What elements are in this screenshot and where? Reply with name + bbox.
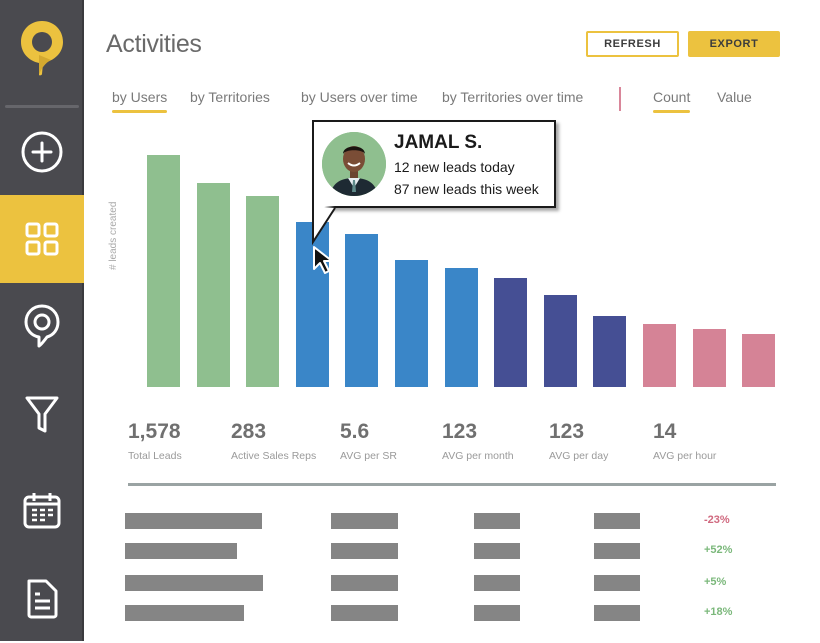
refresh-button[interactable]: REFRESH (586, 31, 679, 57)
cell-placeholder (331, 543, 398, 559)
delta-value: -23% (704, 514, 730, 526)
section-divider (128, 483, 776, 486)
user-tooltip: JAMAL S. 12 new leads today 87 new leads… (312, 120, 556, 208)
calendar-icon (22, 491, 62, 531)
cell-placeholder (474, 543, 520, 559)
bar-user-9[interactable] (544, 295, 577, 387)
cell-placeholder (125, 543, 237, 559)
bar-user-3[interactable] (246, 196, 279, 387)
user-avatar (322, 132, 386, 196)
stat-active-sales-reps: 283 Active Sales Reps (231, 420, 316, 462)
stat-value: 1,578 (128, 420, 182, 444)
tab-by-territories[interactable]: by Territories (190, 89, 270, 105)
table-row[interactable]: -23% (86, 513, 820, 529)
table-row[interactable]: +18% (86, 605, 820, 621)
stat-label: AVG per SR (340, 450, 397, 462)
cell-placeholder (594, 575, 640, 591)
person-photo-icon (322, 132, 386, 196)
delta-value: +18% (704, 606, 732, 618)
bar-user-11[interactable] (643, 324, 676, 387)
bar-user-13[interactable] (742, 334, 775, 387)
stat-value: 283 (231, 420, 316, 444)
bar-user-12[interactable] (693, 329, 726, 387)
stat-value: 123 (442, 420, 514, 444)
tab-value[interactable]: Value (717, 89, 752, 105)
sidebar-item-calendar[interactable] (0, 467, 84, 555)
stat-label: AVG per month (442, 450, 514, 462)
page-title: Activities (106, 30, 202, 59)
stat-avg-per-month: 123 AVG per month (442, 420, 514, 462)
cell-placeholder (125, 513, 262, 529)
delta-value: +5% (704, 576, 726, 588)
stat-label: Total Leads (128, 450, 182, 462)
cell-placeholder (474, 605, 520, 621)
document-icon (25, 578, 59, 620)
cell-placeholder (125, 605, 244, 621)
tab-by-territories-over-time[interactable]: by Territories over time (442, 89, 583, 105)
filter-icon (24, 394, 60, 434)
cell-placeholder (125, 575, 263, 591)
grid-icon (25, 222, 59, 256)
table-row[interactable]: +5% (86, 575, 820, 591)
delta-value: +52% (704, 544, 732, 556)
tooltip-leads-week: 87 new leads this week (394, 181, 539, 197)
sidebar-item-map[interactable] (0, 282, 84, 370)
export-button[interactable]: EXPORT (688, 31, 780, 57)
logo-pin-icon (19, 19, 65, 77)
cell-placeholder (594, 605, 640, 621)
stat-label: AVG per hour (653, 450, 716, 462)
sidebar-item-add[interactable] (0, 108, 84, 196)
stat-value: 14 (653, 420, 716, 444)
bar-user-10[interactable] (593, 316, 626, 387)
tooltip-leads-today: 12 new leads today (394, 159, 515, 175)
bar-user-8[interactable] (494, 278, 527, 387)
sidebar (0, 0, 84, 641)
mouse-cursor-icon (311, 245, 339, 277)
tooltip-user-name: JAMAL S. (394, 132, 482, 154)
bar-user-2[interactable] (197, 183, 230, 387)
bar-user-1[interactable] (147, 155, 180, 387)
cell-placeholder (331, 575, 398, 591)
map-pin-icon (23, 303, 61, 349)
bar-user-5[interactable] (345, 234, 378, 387)
plus-circle-icon (20, 130, 64, 174)
stat-value: 123 (549, 420, 608, 444)
cell-placeholder (331, 605, 398, 621)
tooltip-pointer (311, 206, 351, 246)
stat-label: AVG per day (549, 450, 608, 462)
tab-count[interactable]: Count (653, 89, 690, 105)
cell-placeholder (594, 543, 640, 559)
tab-by-users[interactable]: by Users (112, 89, 167, 105)
stat-label: Active Sales Reps (231, 450, 316, 462)
stat-avg-per-sr: 5.6 AVG per SR (340, 420, 397, 462)
stat-avg-per-hour: 14 AVG per hour (653, 420, 716, 462)
cell-placeholder (474, 513, 520, 529)
stat-total-leads: 1,578 Total Leads (128, 420, 182, 462)
cell-placeholder (474, 575, 520, 591)
tab-separator (619, 87, 621, 111)
cell-placeholder (331, 513, 398, 529)
sidebar-item-documents[interactable] (0, 555, 84, 643)
table-row[interactable]: +52% (86, 543, 820, 559)
app-logo[interactable] (0, 0, 84, 96)
stat-value: 5.6 (340, 420, 397, 444)
tab-by-users-over-time[interactable]: by Users over time (301, 89, 418, 105)
main-content: Activities REFRESH EXPORT by Users by Te… (86, 0, 820, 641)
bar-user-6[interactable] (395, 260, 428, 387)
cell-placeholder (594, 513, 640, 529)
stat-avg-per-day: 123 AVG per day (549, 420, 608, 462)
sidebar-item-filter[interactable] (0, 370, 84, 458)
bar-user-7[interactable] (445, 268, 478, 387)
sidebar-item-dashboard[interactable] (0, 195, 84, 283)
